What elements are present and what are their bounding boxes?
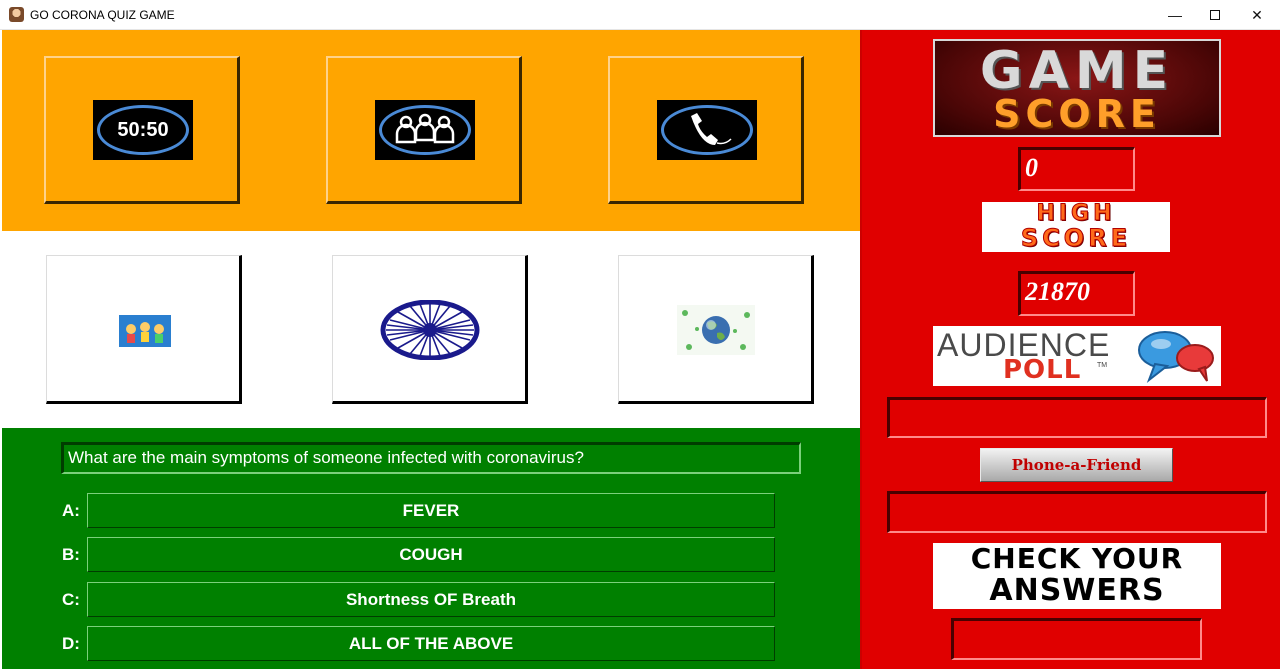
minimize-icon: — — [1168, 7, 1182, 23]
phone-icon — [657, 100, 757, 160]
high-score-field: 21870 — [1018, 271, 1135, 316]
phone-a-friend-button[interactable]: Phone-a-Friend — [980, 448, 1173, 482]
high-score-value: 21870 — [1025, 277, 1090, 306]
fifty-fifty-label: 50:50 — [117, 118, 169, 141]
check-answers-line2: ANSWERS — [989, 573, 1165, 608]
option-d-letter: D: — [62, 634, 80, 653]
high-score-logo-line1: HIGH — [1036, 202, 1116, 226]
earth-virus-icon — [677, 305, 755, 355]
high-score-logo-line2: SCORE — [1020, 224, 1132, 252]
maximize-icon — [1210, 10, 1220, 20]
speech-bubbles-icon — [1138, 331, 1214, 383]
fifty-fifty-button[interactable]: 50:50 — [44, 56, 240, 204]
game-score-logo-line2: SCORE — [993, 92, 1161, 136]
close-icon: ✕ — [1251, 6, 1263, 23]
children-card — [46, 255, 242, 404]
option-a-letter: A: — [62, 501, 80, 520]
trademark-mark: TM — [1097, 362, 1108, 369]
option-b-button[interactable]: COUGH — [87, 537, 775, 572]
audience-poll-result — [887, 397, 1267, 438]
close-button[interactable]: ✕ — [1234, 0, 1280, 30]
option-a-button[interactable]: FEVER — [87, 493, 775, 528]
check-answer-result — [951, 618, 1202, 660]
check-answers-logo: CHECK YOUR ANSWERS — [933, 543, 1221, 609]
children-icon — [119, 315, 171, 347]
fifty-fifty-icon: 50:50 — [93, 100, 193, 160]
audience-poll-logo-line2: POLL — [1003, 355, 1082, 385]
ashoka-chakra-card — [332, 255, 528, 404]
window-title: GO CORONA QUIZ GAME — [30, 8, 175, 22]
audience-icon — [375, 100, 475, 160]
ask-audience-button[interactable] — [326, 56, 522, 204]
title-bar: GO CORONA QUIZ GAME — ✕ — [0, 0, 1280, 30]
option-c-button[interactable]: Shortness OF Breath — [87, 582, 775, 617]
phone-friend-lifeline-button[interactable] — [608, 56, 804, 204]
option-c-letter: C: — [62, 590, 80, 609]
earth-virus-card — [618, 255, 814, 404]
game-score-logo-line1: GAME — [979, 41, 1175, 101]
check-answers-line1: CHECK YOUR — [970, 543, 1184, 575]
audience-poll-logo: AUDIENCE POLL TM — [933, 326, 1221, 386]
ashoka-chakra-icon — [380, 300, 480, 360]
phone-friend-result — [887, 491, 1267, 533]
game-score-logo: GAME SCORE — [933, 39, 1221, 137]
question-text: What are the main symptoms of someone in… — [61, 442, 801, 474]
option-b-letter: B: — [62, 545, 80, 564]
score-value: 0 — [1025, 153, 1038, 182]
app-icon — [9, 7, 24, 22]
maximize-button[interactable] — [1192, 0, 1238, 30]
score-field: 0 — [1018, 147, 1135, 191]
high-score-logo: HIGH SCORE — [982, 202, 1170, 252]
option-d-button[interactable]: ALL OF THE ABOVE — [87, 626, 775, 661]
